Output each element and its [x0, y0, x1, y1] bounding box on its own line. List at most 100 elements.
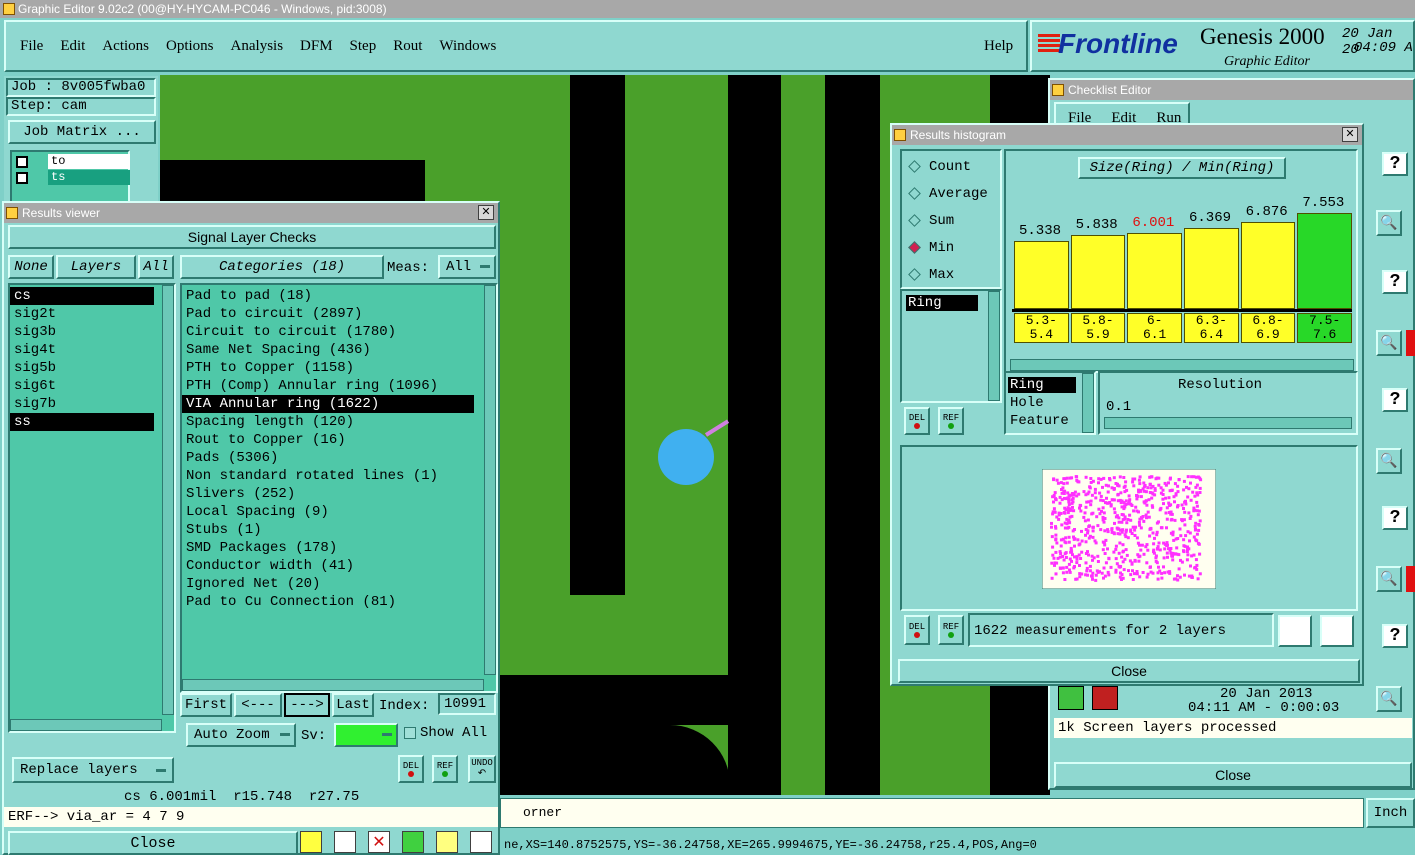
stop-icon[interactable] — [1092, 686, 1118, 710]
list-item[interactable]: Ring — [906, 295, 978, 311]
layer-checkbox[interactable] — [16, 172, 28, 184]
ref-button[interactable]: REF — [938, 407, 964, 435]
measure-list-scrollbar[interactable] — [988, 291, 1000, 401]
last-button[interactable]: Last — [332, 693, 374, 717]
list-item[interactable]: Stubs (1) — [182, 521, 496, 539]
layers-none-button[interactable]: None — [8, 255, 54, 279]
layers-all-button[interactable]: All — [138, 255, 174, 279]
layer-to[interactable]: to — [48, 154, 130, 169]
attr-feature[interactable]: Feature — [1010, 413, 1069, 429]
menu-rout[interactable]: Rout — [393, 38, 422, 70]
next-button[interactable]: ---> — [284, 693, 330, 717]
via-pad[interactable] — [658, 429, 714, 485]
histogram-bar[interactable] — [1014, 241, 1069, 309]
attribute-scrollbar[interactable] — [1082, 373, 1094, 433]
close-icon[interactable]: ✕ — [1342, 127, 1358, 142]
checklist-close-button[interactable]: Close — [1054, 762, 1412, 788]
cancel-icon[interactable]: ✕ — [368, 831, 390, 853]
histogram-bar[interactable] — [1184, 228, 1239, 309]
snapshot-icon[interactable] — [334, 831, 356, 853]
del-button[interactable]: DEL — [904, 615, 930, 645]
show-all-checkbox[interactable] — [404, 727, 416, 739]
zoom-icon[interactable]: 🔍 — [1376, 330, 1402, 356]
prev-button[interactable]: <--- — [234, 693, 282, 717]
attr-ring[interactable]: Ring — [1008, 377, 1076, 393]
menu-options[interactable]: Options — [166, 38, 214, 70]
results-viewer-close-button[interactable]: Close — [8, 831, 298, 855]
mode-max[interactable]: Max — [902, 261, 1000, 288]
list-item[interactable]: SMD Packages (178) — [182, 539, 496, 557]
index-field[interactable]: 10991 — [438, 693, 496, 715]
help-icon[interactable]: ? — [1382, 152, 1408, 176]
list-item[interactable]: sig4t — [10, 341, 174, 359]
list-item[interactable]: PTH to Copper (1158) — [182, 359, 496, 377]
chart-hscrollbar[interactable] — [1010, 359, 1354, 371]
auto-zoom-dropdown[interactable]: Auto Zoom — [186, 723, 296, 747]
ref-button[interactable]: REF — [938, 615, 964, 645]
ref-button[interactable]: REF — [432, 755, 458, 783]
zoom-icon[interactable]: 🔍 — [1376, 686, 1402, 712]
list-item[interactable]: Circuit to circuit (1780) — [182, 323, 496, 341]
mode-average[interactable]: Average — [902, 180, 1000, 207]
close-icon[interactable]: ✕ — [478, 205, 494, 220]
list-item[interactable]: Pads (5306) — [182, 449, 496, 467]
categories-hscrollbar[interactable] — [182, 679, 484, 691]
list-item[interactable]: Same Net Spacing (436) — [182, 341, 496, 359]
help-icon[interactable]: ? — [1382, 270, 1408, 294]
step-icon[interactable] — [402, 831, 424, 853]
job-matrix-button[interactable]: Job Matrix ... — [8, 120, 156, 144]
units-button[interactable]: Inch — [1366, 798, 1415, 828]
layer-checkbox[interactable] — [16, 156, 28, 168]
menu-analysis[interactable]: Analysis — [231, 38, 284, 70]
zoom-icon[interactable]: 🔍 — [1376, 210, 1402, 236]
menu-dfm[interactable]: DFM — [300, 38, 333, 70]
sv-color-dropdown[interactable] — [334, 723, 398, 747]
list-item[interactable]: Spacing length (120) — [182, 413, 496, 431]
notes-icon[interactable] — [436, 831, 458, 853]
del-button[interactable]: DEL — [904, 407, 930, 435]
list-item[interactable]: sig5b — [10, 359, 174, 377]
zoom-icon[interactable]: 🔍 — [1376, 566, 1402, 592]
replace-layers-dropdown[interactable]: Replace layers — [12, 757, 174, 783]
list-item[interactable]: Rout to Copper (16) — [182, 431, 496, 449]
list-item[interactable]: Pad to pad (18) — [182, 287, 496, 305]
histogram-bar[interactable] — [1240, 222, 1296, 309]
list-item[interactable]: Slivers (252) — [182, 485, 496, 503]
zoom-icon[interactable]: 🔍 — [1376, 448, 1402, 474]
menu-help[interactable]: Help — [984, 38, 1013, 55]
histogram-bar[interactable] — [1070, 235, 1126, 309]
run-status-icon[interactable] — [1058, 686, 1084, 710]
list-item[interactable]: Pad to circuit (2897) — [182, 305, 496, 323]
list-item[interactable]: ss — [10, 413, 154, 431]
layer-list-vscrollbar[interactable] — [162, 285, 174, 715]
help-icon[interactable]: ? — [1382, 624, 1408, 648]
list-item[interactable]: cs — [10, 287, 154, 305]
help-icon[interactable]: ? — [1382, 506, 1408, 530]
menu-windows[interactable]: Windows — [439, 38, 496, 70]
categories-header[interactable]: Categories (18) — [180, 255, 384, 279]
list-item[interactable]: Ignored Net (20) — [182, 575, 496, 593]
menu-actions[interactable]: Actions — [102, 38, 149, 70]
list-item[interactable]: Conductor width (41) — [182, 557, 496, 575]
categories-vscrollbar[interactable] — [484, 285, 496, 675]
histogram-icon[interactable] — [470, 831, 492, 853]
list-item[interactable]: Pad to Cu Connection (81) — [182, 593, 496, 611]
list-item[interactable]: PTH (Comp) Annular ring (1096) — [182, 377, 496, 395]
list-item[interactable]: VIA Annular ring (1622) — [182, 395, 474, 413]
mode-sum[interactable]: Sum — [902, 207, 1000, 234]
help-icon[interactable]: ? — [1382, 388, 1408, 412]
histogram-bar[interactable] — [1297, 213, 1352, 309]
signal-layer-checks-header[interactable]: Signal Layer Checks — [8, 225, 496, 249]
attr-hole[interactable]: Hole — [1010, 395, 1044, 411]
resolution-slider[interactable] — [1104, 417, 1352, 429]
menu-file[interactable]: File — [20, 38, 43, 70]
list-item[interactable]: sig2t — [10, 305, 174, 323]
list-item[interactable]: Non standard rotated lines (1) — [182, 467, 496, 485]
histogram-close-button[interactable]: Close — [898, 659, 1360, 683]
list-item[interactable]: sig3b — [10, 323, 174, 341]
menu-edit[interactable]: Edit — [60, 38, 85, 70]
fit-results-icon[interactable] — [1320, 615, 1354, 647]
mode-count[interactable]: Count — [902, 153, 1000, 180]
list-item[interactable]: sig7b — [10, 395, 174, 413]
del-button[interactable]: DEL — [398, 755, 424, 783]
